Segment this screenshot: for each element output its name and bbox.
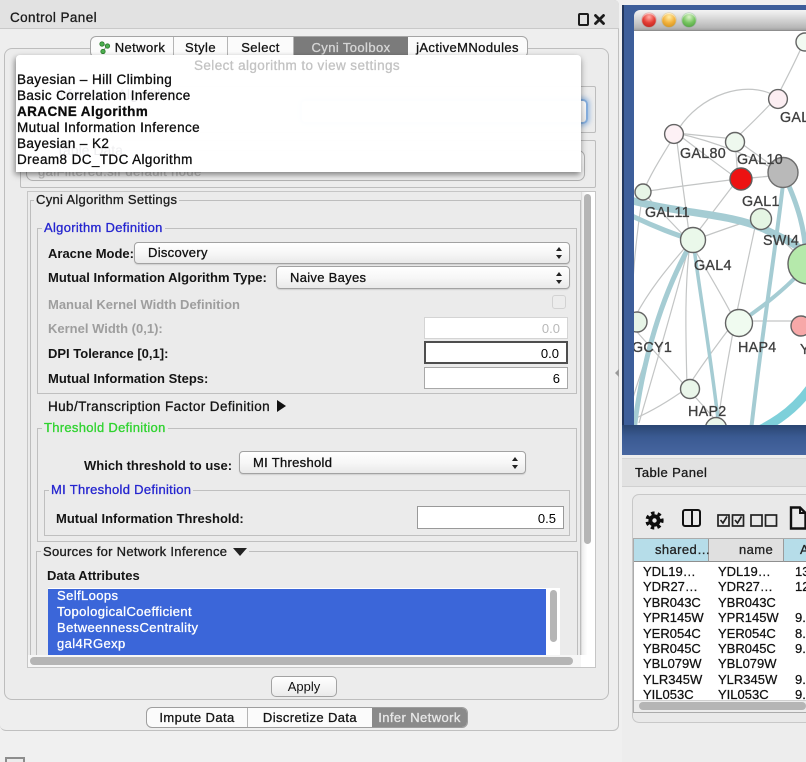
- svg-text:SWI4: SWI4: [763, 233, 799, 249]
- svg-text:GCY1: GCY1: [634, 340, 672, 356]
- svg-text:GAL: GAL: [780, 110, 806, 126]
- svg-text:HAP4: HAP4: [738, 340, 777, 356]
- svg-text:GAL4: GAL4: [694, 258, 732, 274]
- svg-text:GAL10: GAL10: [737, 152, 783, 168]
- svg-text:GAL11: GAL11: [645, 205, 690, 221]
- svg-text:GAL1: GAL1: [742, 194, 780, 210]
- svg-text:Y: Y: [800, 342, 806, 358]
- svg-text:HAP2: HAP2: [688, 404, 727, 420]
- svg-text:GAL80: GAL80: [680, 146, 726, 162]
